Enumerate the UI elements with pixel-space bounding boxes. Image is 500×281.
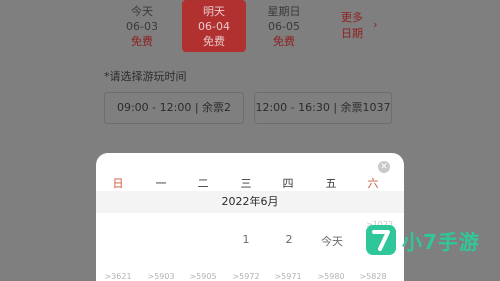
- date-card-sunday[interactable]: 星期日 06-05 免费: [250, 0, 318, 52]
- month-title: 2022年6月: [96, 191, 404, 213]
- watermark-text: 小7手游: [402, 230, 480, 254]
- weekday-wed: 三: [240, 177, 252, 190]
- ticket-count: >5828: [359, 272, 387, 281]
- date-card-day: 星期日: [267, 5, 301, 18]
- more-dates-label: 更多 日期: [341, 10, 363, 42]
- calendar-day-label: 1: [242, 233, 250, 246]
- time-section-label: *请选择游玩时间: [104, 70, 187, 83]
- ticket-count: >3621: [104, 272, 132, 281]
- ticket-count: >5903: [147, 272, 175, 281]
- date-card-price: 免费: [273, 35, 295, 48]
- weekday-fri: 五: [325, 177, 337, 190]
- more-dates-line1: 更多: [341, 11, 363, 24]
- ticket-count: >5980: [317, 272, 345, 281]
- close-icon[interactable]: ✕: [378, 161, 390, 173]
- logo-icon: [366, 225, 396, 255]
- weekday-mon: 一: [155, 177, 167, 190]
- calendar-day[interactable]: 1: [226, 233, 266, 246]
- ticket-count: >5972: [232, 272, 260, 281]
- date-card-price: 免费: [131, 35, 153, 48]
- more-dates-button[interactable]: 更多 日期 ›: [323, 0, 391, 52]
- calendar-day-label: 2: [285, 233, 293, 246]
- ticket-count: >5905: [189, 272, 217, 281]
- calendar-day[interactable]: 2: [269, 233, 309, 246]
- calendar-sheet: ✕ 日 一 二 三 四 五 六 2022年6月 >1023 1 2 今天 免费 …: [96, 153, 404, 281]
- date-card-day: 今天: [131, 5, 153, 18]
- ticket-count-row: >3621 >5903 >5905 >5972 >5971 >5980 >582…: [96, 272, 404, 281]
- ticket-count: >5971: [274, 272, 302, 281]
- calendar-day-today[interactable]: 今天: [312, 233, 352, 249]
- more-dates-line2: 日期: [341, 27, 363, 40]
- calendar-day-label: 今天: [321, 235, 343, 248]
- weekday-sun: 日: [112, 177, 124, 190]
- weekday-thu: 四: [282, 177, 294, 190]
- date-card-tomorrow[interactable]: 明天 06-04 免费: [182, 0, 246, 52]
- date-card-date: 06-04: [198, 20, 230, 33]
- date-card-date: 06-03: [126, 20, 158, 33]
- logo-glyph: [372, 230, 390, 251]
- date-card-today[interactable]: 今天 06-03 免费: [110, 0, 174, 52]
- weekday-sat: 六: [367, 177, 379, 190]
- time-slot-morning[interactable]: 09:00 - 12:00 | 余票2: [104, 92, 244, 124]
- chevron-right-icon: ›: [373, 18, 378, 31]
- date-card-day: 明天: [203, 5, 225, 18]
- time-slot-afternoon[interactable]: 12:00 - 16:30 | 余票1037: [254, 92, 392, 124]
- weekday-tue: 二: [197, 177, 209, 190]
- date-card-price: 免费: [203, 35, 225, 48]
- date-card-date: 06-05: [268, 20, 300, 33]
- weekday-header: 日 一 二 三 四 五 六: [96, 175, 404, 191]
